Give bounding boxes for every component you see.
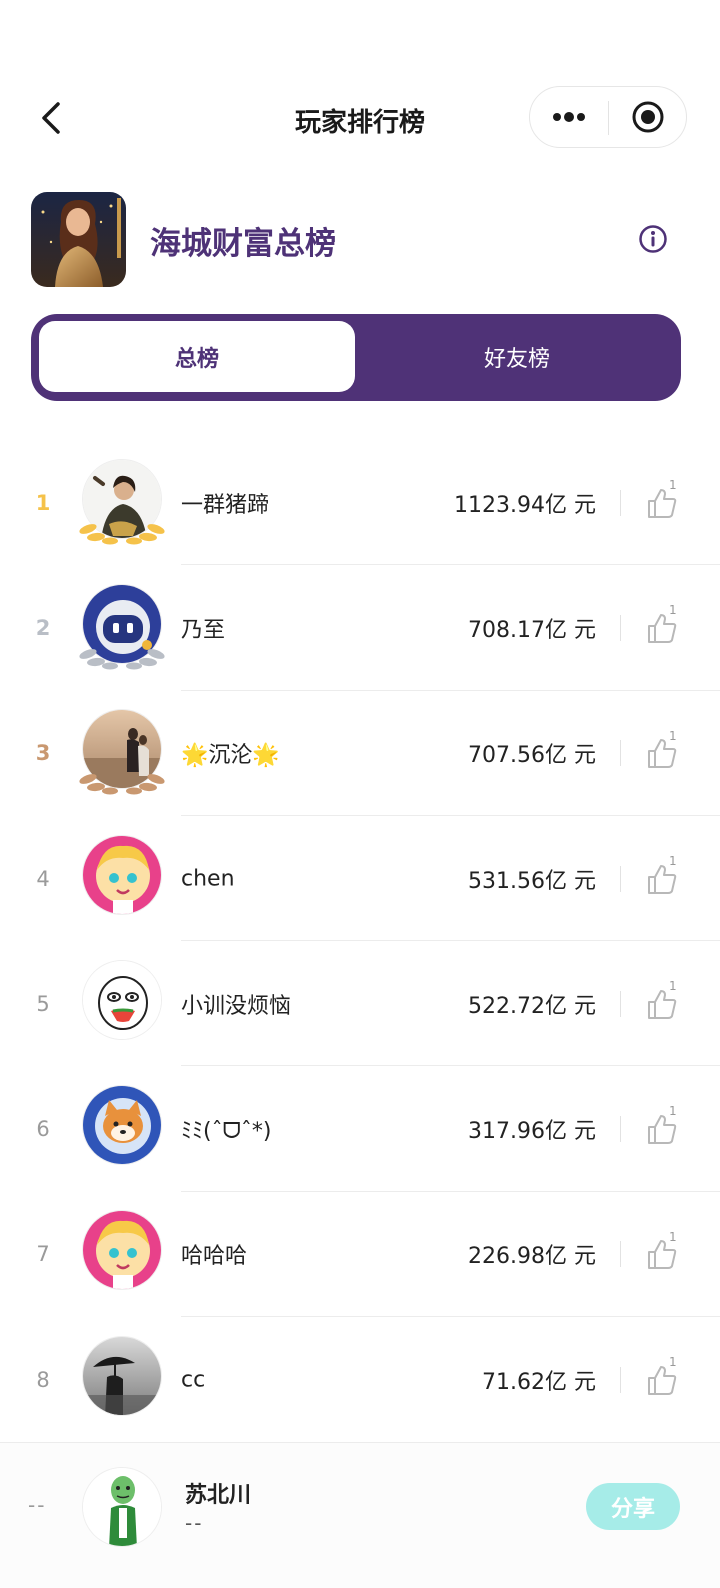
ranking-row: 2 乃至 708.17亿 元 1 — [0, 565, 720, 691]
mini-program-capsule — [529, 86, 687, 148]
rank-number: 5 — [36, 991, 50, 1016]
rank-number: 6 — [36, 1117, 50, 1142]
rank-number: 1 — [35, 490, 51, 515]
like-count: 1 — [669, 1104, 677, 1119]
ranking-row: 5 小训没烦恼 522.72亿 元 1 — [0, 941, 720, 1067]
avatar-frame — [76, 1334, 168, 1426]
my-score: -- — [185, 1511, 204, 1535]
umbrella-avatar[interactable] — [82, 1335, 162, 1416]
more-dots-icon — [553, 112, 585, 122]
player-score: 71.62亿 元 — [482, 1369, 596, 1395]
rank-number: 3 — [35, 741, 51, 766]
game-icon — [31, 192, 126, 287]
player-score: 317.96亿 元 — [468, 1119, 596, 1145]
avatar-frame — [76, 582, 168, 674]
top-navigation-bar: 玩家排行榜 — [0, 86, 720, 150]
player-name: 一群猪蹄 — [181, 492, 270, 518]
player-score: 226.98亿 元 — [468, 1244, 596, 1270]
like-count: 1 — [669, 478, 677, 492]
player-name: 小训没烦恼 — [181, 993, 292, 1019]
like-count: 1 — [669, 979, 677, 994]
column-divider — [620, 1366, 621, 1393]
avatar-frame — [76, 457, 168, 549]
like-count: 1 — [669, 728, 677, 743]
target-circle-icon — [632, 101, 664, 133]
avatar-frame — [76, 833, 168, 925]
share-button[interactable]: 分享 — [586, 1483, 680, 1530]
rank-number: 8 — [36, 1367, 50, 1392]
avatar-frame — [76, 1208, 168, 1300]
player-name: ﾐﾐ(ˆᗜˆ*) — [181, 1119, 272, 1145]
column-divider — [620, 740, 621, 767]
column-divider — [620, 1241, 621, 1268]
like-count: 1 — [669, 853, 677, 868]
like-count: 1 — [669, 603, 677, 618]
ranking-row: 8 cc 71.62亿 元 1 — [0, 1317, 720, 1442]
ranking-list: 1 一群猪蹄 1123.94亿 元 1 2 乃至 708.17亿 元 1 3 🌟… — [0, 440, 720, 1442]
meme-face-avatar[interactable] — [82, 959, 162, 1040]
player-name: 乃至 — [181, 617, 226, 643]
tab-friends[interactable]: 好友榜 — [361, 321, 673, 392]
leaderboard-tabs: 总榜 好友榜 — [31, 314, 681, 401]
rank-number: 7 — [36, 1242, 50, 1267]
column-divider — [620, 1116, 621, 1143]
ranking-row: 1 一群猪蹄 1123.94亿 元 1 — [0, 440, 720, 566]
ranking-row: 3 🌟沉沦🌟 707.56亿 元 1 — [0, 691, 720, 816]
player-name: cc — [181, 1367, 206, 1393]
player-score: 522.72亿 元 — [468, 993, 596, 1019]
more-options-button[interactable] — [530, 87, 608, 147]
player-score: 707.56亿 元 — [468, 743, 596, 769]
column-divider — [620, 614, 621, 641]
tab-overall[interactable]: 总榜 — [39, 321, 355, 392]
my-name: 苏北川 — [185, 1483, 252, 1508]
column-divider — [620, 489, 621, 516]
player-score: 531.56亿 元 — [468, 868, 596, 894]
rank-number: 4 — [36, 866, 50, 891]
couple-avatar[interactable] — [82, 709, 162, 790]
player-name: 🌟沉沦🌟 — [181, 743, 280, 769]
portrait-avatar[interactable] — [82, 458, 162, 539]
my-rank: -- — [28, 1493, 47, 1517]
info-icon[interactable] — [638, 224, 668, 254]
player-score: 1123.94亿 元 — [454, 492, 596, 518]
rank-number: 2 — [35, 615, 51, 640]
column-divider — [620, 865, 621, 892]
ranking-row: 6 ﾐﾐ(ˆᗜˆ*) 317.96亿 元 1 — [0, 1066, 720, 1192]
my-ranking-bar: -- 苏北川 -- 分享 — [0, 1442, 720, 1588]
player-score: 708.17亿 元 — [468, 617, 596, 643]
close-miniprogram-button[interactable] — [609, 87, 687, 147]
avatar-frame — [76, 958, 168, 1050]
player-name: 哈哈哈 — [181, 1244, 248, 1270]
avatar-frame — [76, 1083, 168, 1175]
ranking-row: 7 哈哈哈 226.98亿 元 1 — [0, 1192, 720, 1318]
column-divider — [620, 990, 621, 1017]
like-count: 1 — [669, 1355, 677, 1370]
player-name: chen — [181, 866, 235, 892]
cartoon-girl-avatar[interactable] — [82, 834, 162, 915]
my-avatar[interactable] — [82, 1467, 162, 1547]
shiba-avatar[interactable] — [82, 1085, 162, 1166]
like-count: 1 — [669, 1229, 677, 1244]
cartoon-girl-avatar[interactable] — [82, 1210, 162, 1291]
ranking-row: 4 chen 531.56亿 元 1 — [0, 816, 720, 942]
game-title: 海城财富总榜 — [150, 226, 336, 262]
game-header: 海城财富总榜 — [31, 192, 691, 288]
avatar-frame — [76, 707, 168, 799]
robot-avatar[interactable] — [82, 583, 162, 664]
